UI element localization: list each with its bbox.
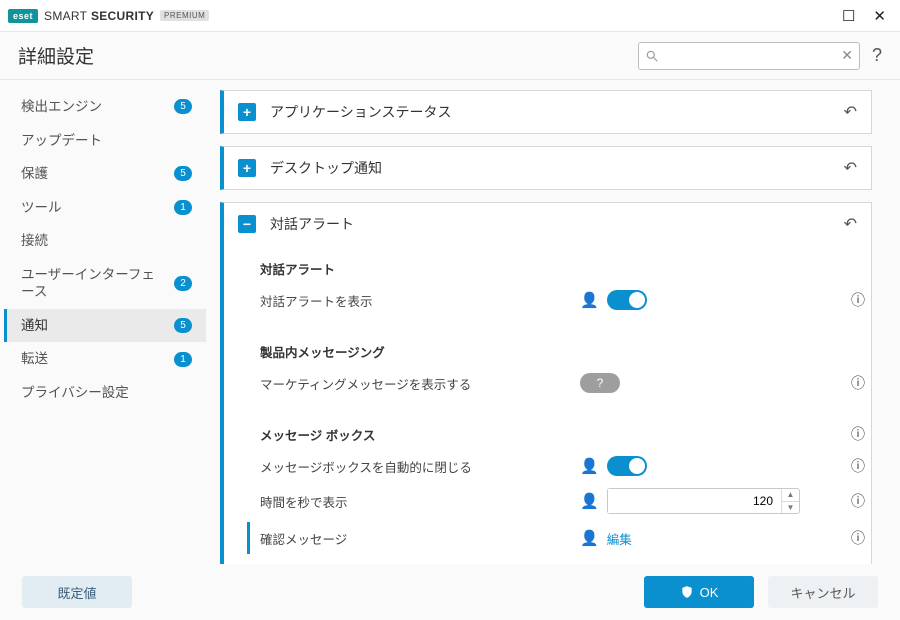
- user-icon: 👤: [580, 457, 599, 475]
- panel-title: アプリケーションステータス: [270, 102, 830, 122]
- sidebar-item-label: ツール: [21, 199, 168, 217]
- spinner-down[interactable]: ▼: [782, 502, 799, 514]
- sidebar-item-notify[interactable]: 通知 5: [4, 309, 206, 343]
- body: 検出エンジン 5 アップデート 保護 5 ツール 1 接続 ユーザーインターフェ…: [0, 80, 900, 564]
- setting-marketing: マーケティングメッセージを表示する ? ⓘ: [260, 367, 871, 399]
- info-icon[interactable]: ⓘ: [851, 290, 871, 310]
- brand-text: SMART SECURITY: [44, 9, 154, 23]
- search-area: ✕ ?: [638, 42, 882, 70]
- setting-show-alerts: 対話アラートを表示 👤 ⓘ: [260, 284, 871, 316]
- setting-label: 時間を秒で表示: [260, 492, 580, 511]
- seconds-input-wrap: ▲ ▼: [607, 488, 800, 514]
- page-title: 詳細設定: [18, 42, 94, 69]
- reset-icon[interactable]: ↶: [844, 158, 857, 178]
- search-box[interactable]: ✕: [638, 42, 860, 70]
- info-icon[interactable]: ⓘ: [851, 456, 871, 476]
- window-controls: ☐ ✕: [842, 7, 892, 25]
- sidebar-item-ui[interactable]: ユーザーインターフェース 2: [4, 258, 206, 309]
- sidebar-item-label: 転送: [21, 350, 168, 368]
- sidebar-item-label: 保護: [21, 165, 168, 183]
- search-input[interactable]: [659, 49, 841, 63]
- sidebar-item-forward[interactable]: 転送 1: [4, 342, 206, 376]
- sidebar-item-label: アップデート: [21, 132, 192, 150]
- content: + アプリケーションステータス ↶ + デスクトップ通知 ↶ − 対話アラート …: [210, 80, 900, 564]
- user-icon: 👤: [580, 529, 599, 547]
- panel-desktop-notif: + デスクトップ通知 ↶: [220, 146, 872, 190]
- shield-icon: [680, 585, 694, 599]
- ok-button[interactable]: OK: [644, 576, 754, 608]
- subheading-messaging: 製品内メッセージング: [260, 334, 871, 367]
- expand-icon[interactable]: +: [238, 103, 256, 121]
- setting-label: 確認メッセージ: [260, 529, 580, 548]
- user-icon: 👤: [580, 492, 599, 510]
- collapse-icon[interactable]: −: [238, 215, 256, 233]
- info-icon[interactable]: ⓘ: [851, 491, 871, 511]
- cancel-button[interactable]: キャンセル: [768, 576, 878, 608]
- sidebar-badge: 5: [174, 99, 192, 114]
- sidebar-item-tools[interactable]: ツール 1: [4, 191, 206, 225]
- sidebar-badge: 1: [174, 352, 192, 367]
- spinner: ▲ ▼: [781, 489, 799, 513]
- setting-label: マーケティングメッセージを表示する: [260, 374, 580, 393]
- brand-text-bold: SECURITY: [91, 9, 154, 23]
- panel-body: 対話アラート 対話アラートを表示 👤 ⓘ 製品内メッセージング マーケティングメ…: [224, 245, 871, 564]
- search-clear-icon[interactable]: ✕: [841, 47, 853, 64]
- info-icon[interactable]: ⓘ: [851, 373, 871, 393]
- sidebar-item-label: 接続: [21, 232, 192, 250]
- sidebar-badge: 5: [174, 166, 192, 181]
- sidebar-item-label: 検出エンジン: [21, 98, 168, 116]
- spinner-up[interactable]: ▲: [782, 489, 799, 502]
- brand: eset SMART SECURITY PREMIUM: [8, 9, 209, 23]
- default-button[interactable]: 既定値: [22, 576, 132, 608]
- sidebar-badge: 2: [174, 276, 192, 291]
- info-icon[interactable]: ⓘ: [851, 424, 871, 444]
- sidebar-badge: 1: [174, 200, 192, 215]
- setting-label: メッセージボックスを自動的に閉じる: [260, 457, 580, 476]
- panel-app-status: + アプリケーションステータス ↶: [220, 90, 872, 134]
- help-button[interactable]: ?: [872, 45, 882, 66]
- sidebar-item-label: ユーザーインターフェース: [21, 266, 168, 301]
- close-button[interactable]: ✕: [873, 7, 886, 25]
- edit-link[interactable]: 編集: [607, 529, 632, 548]
- panel-title: デスクトップ通知: [270, 158, 830, 178]
- subheading-alert: 対話アラート: [260, 251, 871, 284]
- user-icon: 👤: [580, 291, 599, 309]
- sidebar-item-label: プライバシー設定: [21, 384, 192, 402]
- panel-head[interactable]: − 対話アラート ↶: [224, 203, 871, 245]
- panel-title: 対話アラート: [270, 214, 830, 234]
- toggle-marketing-locked: ?: [580, 373, 620, 393]
- panel-dialog-alert: − 対話アラート ↶ 対話アラート 対話アラートを表示 👤 ⓘ 製品内メッセージ…: [220, 202, 872, 564]
- header: 詳細設定 ✕ ?: [0, 32, 900, 80]
- setting-confirm: 確認メッセージ 👤 編集 ⓘ: [247, 522, 871, 554]
- brand-text-light: SMART: [44, 9, 87, 23]
- sidebar-item-connect[interactable]: 接続: [4, 224, 206, 258]
- sidebar-badge: 5: [174, 318, 192, 333]
- panel-head[interactable]: + アプリケーションステータス ↶: [224, 91, 871, 133]
- toggle-show-alerts[interactable]: [607, 290, 647, 310]
- reset-icon[interactable]: ↶: [844, 214, 857, 234]
- toggle-autoclose[interactable]: [607, 456, 647, 476]
- footer: 既定値 OK キャンセル: [0, 564, 900, 620]
- subheading-msgbox: メッセージ ボックス: [260, 417, 851, 450]
- expand-icon[interactable]: +: [238, 159, 256, 177]
- ok-label: OK: [700, 585, 719, 600]
- sidebar-item-detect[interactable]: 検出エンジン 5: [4, 90, 206, 124]
- search-icon: [645, 49, 659, 63]
- sidebar: 検出エンジン 5 アップデート 保護 5 ツール 1 接続 ユーザーインターフェ…: [0, 80, 210, 564]
- sidebar-item-label: 通知: [21, 317, 168, 335]
- setting-autoclose: メッセージボックスを自動的に閉じる 👤 ⓘ: [260, 450, 871, 482]
- sidebar-item-privacy[interactable]: プライバシー設定: [4, 376, 206, 410]
- brand-premium-badge: PREMIUM: [160, 10, 209, 21]
- titlebar: eset SMART SECURITY PREMIUM ☐ ✕: [0, 0, 900, 32]
- sidebar-item-protect[interactable]: 保護 5: [4, 157, 206, 191]
- seconds-input[interactable]: [608, 489, 781, 513]
- panel-head[interactable]: + デスクトップ通知 ↶: [224, 147, 871, 189]
- setting-seconds: 時間を秒で表示 👤 ▲ ▼ ⓘ: [260, 482, 871, 520]
- reset-icon[interactable]: ↶: [844, 102, 857, 122]
- setting-label: 対話アラートを表示: [260, 291, 580, 310]
- brand-logo: eset: [8, 9, 38, 23]
- sidebar-item-update[interactable]: アップデート: [4, 124, 206, 158]
- info-icon[interactable]: ⓘ: [851, 528, 871, 548]
- maximize-button[interactable]: ☐: [842, 7, 855, 25]
